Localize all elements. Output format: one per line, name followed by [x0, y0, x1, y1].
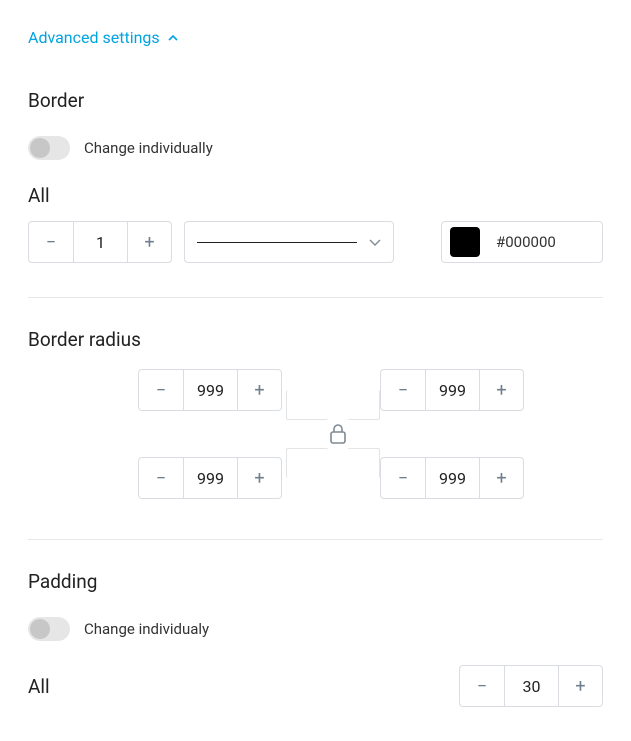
padding-individual-label: Change individualy [84, 620, 209, 638]
radius-decrement[interactable]: − [139, 370, 183, 410]
radius-top-right-stepper[interactable]: − 999 + [380, 369, 524, 411]
radius-top-left-value[interactable]: 999 [183, 370, 237, 410]
connector-line [286, 390, 328, 420]
padding-all-stepper[interactable]: − 30 + [459, 665, 603, 707]
lock-icon [328, 423, 348, 445]
radius-bottom-right-value[interactable]: 999 [425, 458, 479, 498]
border-style-select[interactable] [184, 221, 394, 263]
connector-line [286, 448, 328, 478]
advanced-settings-toggle[interactable]: Advanced settings [28, 28, 178, 47]
border-all-label: All [28, 184, 603, 207]
border-individual-label: Change individually [84, 139, 213, 157]
border-style-preview [197, 242, 357, 243]
radius-increment[interactable]: + [479, 458, 523, 498]
chevron-up-icon [168, 35, 178, 41]
toggle-knob [30, 138, 50, 158]
border-section-title: Border [28, 89, 603, 112]
radius-decrement[interactable]: − [381, 370, 425, 410]
connector-line [348, 390, 380, 420]
border-color-field[interactable]: #000000 [441, 221, 603, 263]
radius-decrement[interactable]: − [139, 458, 183, 498]
border-width-increment[interactable]: + [127, 222, 171, 262]
border-width-value[interactable]: 1 [73, 222, 127, 262]
padding-all-label: All [28, 675, 50, 698]
radius-bottom-right-stepper[interactable]: − 999 + [380, 457, 524, 499]
border-color-swatch[interactable] [450, 227, 480, 257]
radius-increment[interactable]: + [237, 458, 281, 498]
radius-bottom-left-value[interactable]: 999 [183, 458, 237, 498]
radius-bottom-left-stepper[interactable]: − 999 + [138, 457, 282, 499]
border-width-stepper[interactable]: − 1 + [28, 221, 172, 263]
radius-increment[interactable]: + [237, 370, 281, 410]
border-color-hex: #000000 [496, 233, 556, 251]
padding-individual-toggle[interactable] [28, 617, 70, 641]
border-individual-toggle[interactable] [28, 136, 70, 160]
radius-lock-button[interactable] [328, 423, 348, 445]
border-radius-section-title: Border radius [28, 328, 603, 351]
padding-section-title: Padding [28, 570, 603, 593]
padding-increment[interactable]: + [558, 666, 602, 706]
divider [28, 297, 603, 298]
radius-top-left-stepper[interactable]: − 999 + [138, 369, 282, 411]
advanced-settings-label: Advanced settings [28, 28, 160, 47]
toggle-knob [30, 619, 50, 639]
padding-decrement[interactable]: − [460, 666, 504, 706]
chevron-down-icon [369, 239, 381, 246]
connector-line [348, 448, 380, 478]
border-width-decrement[interactable]: − [29, 222, 73, 262]
divider [28, 539, 603, 540]
radius-increment[interactable]: + [479, 370, 523, 410]
radius-top-right-value[interactable]: 999 [425, 370, 479, 410]
radius-decrement[interactable]: − [381, 458, 425, 498]
padding-value[interactable]: 30 [504, 666, 558, 706]
